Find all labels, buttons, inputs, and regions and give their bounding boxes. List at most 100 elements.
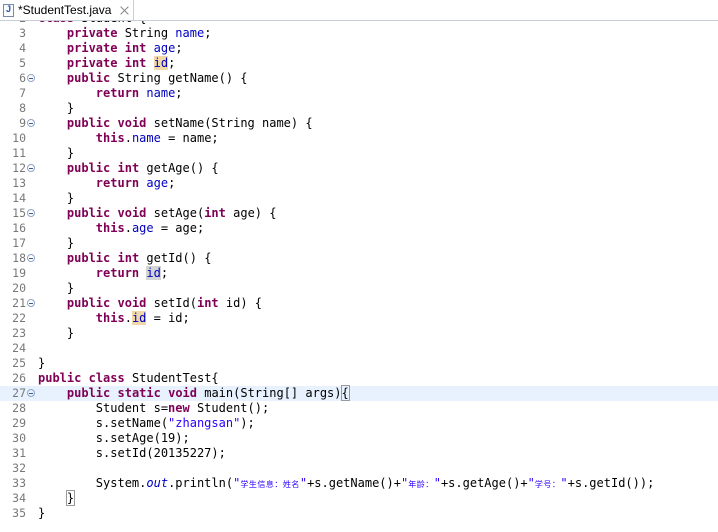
code-token: int [196, 296, 219, 310]
code-token: } [38, 236, 75, 250]
code-text: this.name = name; [38, 131, 219, 146]
code-line[interactable]: 4 private int age; [0, 41, 718, 56]
code-line[interactable]: 24 [0, 341, 718, 356]
code-line[interactable]: 11 } [0, 146, 718, 161]
code-token: static [117, 386, 161, 400]
line-number: 25 [12, 356, 26, 370]
code-line[interactable]: 19 return id; [0, 266, 718, 281]
code-line[interactable]: 3 private String name; [0, 26, 718, 41]
code-line[interactable]: 26 public class StudentTest{ [0, 371, 718, 386]
code-line[interactable]: 8 } [0, 101, 718, 116]
close-icon[interactable] [119, 5, 130, 16]
code-line[interactable]: 15 public void setAge(int age) { [0, 206, 718, 221]
code-token: id [131, 311, 147, 325]
tab-title: *StudentTest.java [18, 3, 112, 17]
code-token: } [65, 490, 76, 506]
code-token: StudentTest{ [124, 371, 219, 385]
code-line[interactable]: 23 } [0, 326, 718, 341]
fold-collapse-icon[interactable] [27, 389, 35, 397]
fold-collapse-icon[interactable] [27, 164, 35, 172]
code-token: s.setName( [38, 416, 169, 430]
code-line[interactable]: 9 public void setName(String name) { [0, 116, 718, 131]
code-line[interactable]: 29 s.setName("zhangsan"); [0, 416, 718, 431]
code-text: } [38, 101, 74, 116]
code-token: name [175, 26, 205, 40]
code-token: { [340, 385, 350, 401]
code-line[interactable]: 5 private int id; [0, 56, 718, 71]
tab-student-test-java[interactable]: *StudentTest.java [0, 0, 134, 20]
code-area[interactable]: 2class Student {3 private String name;4 … [0, 21, 718, 521]
line-number: 23 [12, 326, 26, 340]
code-text: public String getName() { [38, 71, 248, 86]
fold-collapse-icon[interactable] [27, 299, 35, 307]
code-text: } [38, 146, 74, 161]
code-line[interactable]: 21 public void setId(int id) { [0, 296, 718, 311]
code-token: } [38, 101, 75, 115]
line-number: 19 [12, 266, 26, 280]
code-token: this [95, 311, 125, 325]
code-text: System.out.println("学生信息：姓名"+s.getName()… [38, 476, 655, 492]
line-number: 33 [12, 476, 26, 490]
code-token: public [66, 251, 111, 265]
code-line[interactable]: 27 public static void main(String[] args… [0, 385, 718, 401]
fold-collapse-icon[interactable] [27, 74, 35, 82]
fold-collapse-icon[interactable] [27, 119, 35, 127]
code-line[interactable]: 14 } [0, 191, 718, 206]
code-token: . [124, 221, 132, 235]
line-number: 9 [19, 116, 26, 130]
code-line[interactable]: 30 s.setAge(19); [0, 431, 718, 446]
code-token: } [38, 326, 75, 340]
line-number: 26 [12, 371, 26, 385]
code-token: setId( [146, 296, 197, 310]
code-line[interactable]: 31 s.setId(20135227); [0, 446, 718, 461]
code-token: class [38, 21, 74, 25]
code-text: } [38, 326, 74, 341]
code-line[interactable]: 13 return age; [0, 176, 718, 191]
code-token: name [146, 86, 176, 100]
code-line[interactable]: 22 this.id = id; [0, 311, 718, 326]
code-line[interactable]: 34 } [0, 490, 718, 506]
code-token: " [527, 476, 535, 490]
fold-collapse-icon[interactable] [27, 209, 35, 217]
code-token: . [124, 311, 132, 325]
code-token: return [95, 176, 140, 190]
code-line[interactable]: 17 } [0, 236, 718, 251]
code-token: void [117, 206, 147, 220]
fold-collapse-icon[interactable] [27, 254, 35, 262]
code-line[interactable]: 10 this.name = name; [0, 131, 718, 146]
code-line[interactable]: 33 System.out.println("学生信息：姓名"+s.getNam… [0, 476, 718, 491]
code-token: this [95, 131, 125, 145]
code-text: public int getId() { [38, 251, 212, 266]
code-line[interactable]: 18 public int getId() { [0, 251, 718, 266]
line-number: 27 [12, 386, 26, 400]
line-number: 28 [12, 401, 26, 415]
code-line[interactable]: 16 this.age = age; [0, 221, 718, 236]
line-number: 10 [12, 131, 26, 145]
code-token: setName(String name) { [146, 116, 313, 130]
code-line[interactable]: 25} [0, 356, 718, 371]
code-line[interactable]: 12 public int getAge() { [0, 161, 718, 176]
code-token: id) { [218, 296, 263, 310]
line-number: 20 [12, 281, 26, 295]
code-line[interactable]: 20 } [0, 281, 718, 296]
code-line[interactable]: 32 [0, 461, 718, 476]
line-number: 30 [12, 431, 26, 445]
code-line[interactable]: 35} [0, 506, 718, 521]
code-line[interactable]: 28 Student s=new Student(); [0, 401, 718, 416]
code-token: main(String[] args) [197, 386, 342, 400]
code-editor[interactable]: 2class Student {3 private String name;4 … [0, 21, 718, 532]
code-line[interactable]: 7 return name; [0, 86, 718, 101]
line-number: 14 [12, 191, 26, 205]
code-token: . [124, 131, 132, 145]
code-line[interactable]: 6 public String getName() { [0, 71, 718, 86]
code-token: int [124, 41, 147, 55]
code-token: public [66, 296, 111, 310]
code-token: id [146, 266, 161, 280]
